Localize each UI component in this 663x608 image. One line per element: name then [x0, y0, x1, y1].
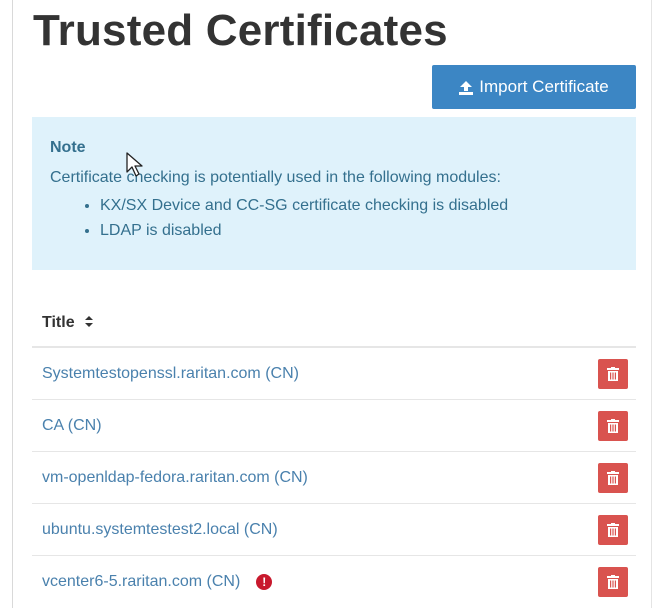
import-certificate-button[interactable]: Import Certificate	[432, 65, 636, 109]
page-frame-left-border	[12, 0, 13, 608]
page-title: Trusted Certificates	[33, 6, 448, 55]
note-list-item: KX/SX Device and CC-SG certificate check…	[100, 193, 618, 218]
certificate-name: vm-openldap-fedora.raritan.com (CN)	[42, 468, 308, 486]
certificate-name: Systemtestopenssl.raritan.com (CN)	[42, 364, 299, 382]
delete-button[interactable]	[598, 462, 628, 493]
table-row: vm-openldap-fedora.raritan.com (CN)	[32, 452, 636, 504]
certificate-link[interactable]: ubuntu.systemtestest2.local (CN)	[42, 521, 278, 539]
trash-icon	[607, 522, 619, 537]
note-list: KX/SX Device and CC-SG certificate check…	[50, 193, 618, 243]
delete-button[interactable]	[598, 514, 628, 545]
trash-icon	[607, 575, 619, 589]
table-row: ubuntu.systemtestest2.local (CN)	[32, 504, 636, 556]
trash-icon	[607, 366, 619, 381]
column-header-title[interactable]: Title	[42, 314, 93, 332]
certificate-link[interactable]: vm-openldap-fedora.raritan.com (CN)	[42, 469, 308, 487]
table-header: Title	[32, 300, 636, 348]
table-row: CA (CN)	[32, 400, 636, 452]
mouse-cursor-icon	[126, 152, 144, 178]
import-certificate-label: Import Certificate	[479, 77, 609, 96]
exclamation-circle-icon: !	[256, 574, 273, 590]
certificate-link[interactable]: CA (CN)	[42, 417, 102, 435]
certificate-name: CA (CN)	[42, 416, 102, 434]
page-frame-right-border	[651, 0, 652, 608]
trash-icon	[607, 418, 619, 433]
certificate-table-body: Systemtestopenssl.raritan.com (CN) CA (C…	[32, 348, 636, 608]
upload-icon	[459, 80, 474, 95]
certificate-link[interactable]: Systemtestopenssl.raritan.com (CN)	[42, 365, 299, 383]
table-row: Systemtestopenssl.raritan.com (CN)	[32, 348, 636, 400]
note-list-item: LDAP is disabled	[100, 218, 618, 243]
certificate-name: ubuntu.systemtestest2.local (CN)	[42, 520, 278, 538]
delete-button[interactable]	[598, 410, 628, 441]
delete-button[interactable]	[598, 358, 628, 389]
table-row: vcenter6-5.raritan.com (CN) !	[32, 556, 636, 608]
delete-button[interactable]	[598, 567, 628, 597]
certificate-link[interactable]: vcenter6-5.raritan.com (CN) !	[42, 573, 273, 591]
sort-icon	[84, 316, 93, 330]
trash-icon	[607, 470, 619, 485]
note-box: Note Certificate checking is potentially…	[32, 117, 636, 270]
column-header-title-label: Title	[42, 314, 75, 331]
certificate-name: vcenter6-5.raritan.com (CN)	[42, 573, 241, 590]
